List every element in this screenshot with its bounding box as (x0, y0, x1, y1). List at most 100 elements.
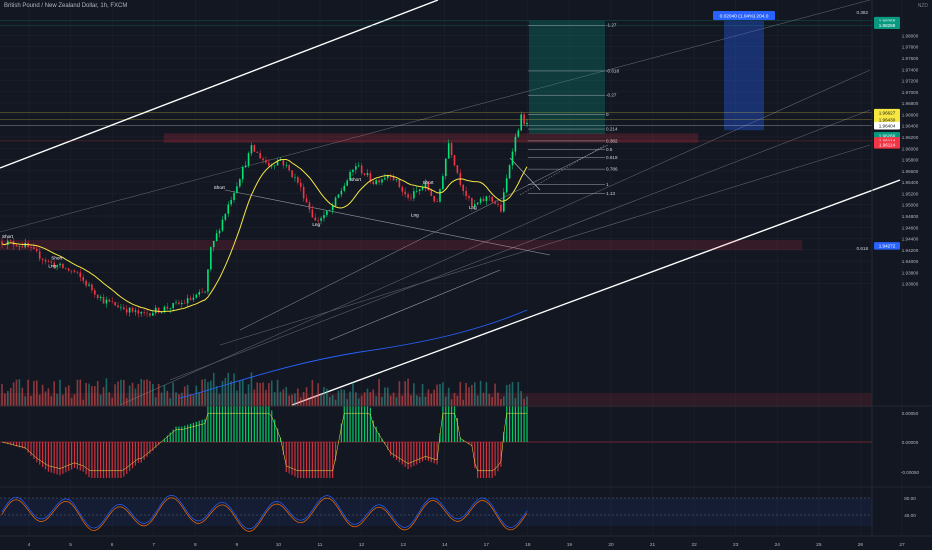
candle-body (172, 302, 174, 309)
candle-body (413, 191, 415, 199)
candle-body (502, 192, 505, 212)
candle-body (259, 152, 261, 159)
candle-body (386, 175, 389, 179)
price-tick-label: 1.98000 (902, 33, 919, 38)
fib-label: 1.13 (606, 191, 615, 196)
candle-body (381, 179, 383, 183)
fib-label: 0.214 (606, 127, 618, 132)
time-tick-label: 20 (608, 542, 614, 548)
candle-body (384, 178, 386, 180)
candle-body (18, 246, 21, 247)
candle-body (183, 302, 186, 304)
volume-bar (334, 399, 337, 406)
volume-bar (27, 379, 29, 406)
candle-body (224, 213, 227, 220)
price-chart[interactable]: 0.02040 (1.04%) 204.0 -1.27 -0.618 -0.27 0 0… (0, 0, 932, 550)
candle-body (24, 242, 27, 248)
candle-body (343, 185, 346, 191)
support-zone (0, 239, 803, 251)
volume-bar (91, 386, 93, 406)
candle-body (239, 179, 241, 187)
volume-bar (308, 398, 311, 406)
signal-label: Lng (312, 222, 320, 227)
volume-bar (198, 392, 201, 406)
volume-bar (125, 398, 128, 406)
candle-body (268, 162, 270, 166)
candle-body (491, 196, 493, 202)
candle-body (447, 143, 450, 159)
volume-bar (192, 395, 195, 406)
volume-bar (415, 395, 418, 406)
candle-body (207, 269, 209, 292)
candle-body (244, 165, 247, 168)
volume-bar (439, 384, 441, 406)
volume-bar (53, 381, 56, 406)
volume-bar (62, 394, 64, 406)
time-tick-label: 19 (567, 542, 573, 548)
price-label: 1.94272 (879, 244, 896, 249)
candle-body (366, 173, 369, 176)
candle-body (291, 170, 293, 178)
volume-bar (360, 395, 363, 406)
candle-body (108, 299, 111, 302)
time-tick-label: 8 (194, 542, 197, 548)
price-tick-label: 1.95600 (902, 169, 919, 174)
volume-bar (160, 392, 163, 406)
candle-body (140, 311, 143, 314)
candle-body (407, 194, 409, 198)
volume-bar (378, 378, 380, 406)
candle-body (433, 195, 435, 202)
candle-body (123, 307, 125, 310)
candle-body (517, 130, 520, 137)
candle-body (485, 196, 488, 202)
volume-bar (143, 380, 145, 406)
volume-bar (305, 387, 308, 406)
moving-averages (1, 159, 528, 399)
volume-bar (349, 391, 351, 406)
price-tick-label: 1.95400 (902, 180, 919, 185)
candle-body (450, 143, 453, 156)
candle-body (38, 251, 41, 259)
candle-body (131, 307, 134, 312)
signal-label: Short (2, 234, 14, 239)
volume-bar (33, 380, 35, 406)
volume-bar (259, 383, 261, 406)
candle-body (117, 305, 119, 308)
volume-bar (172, 382, 174, 406)
volume-bar (128, 385, 131, 406)
macd-pane: 0.00050 0.00000 -0.00050 (0, 406, 920, 478)
volume-bar (447, 387, 450, 406)
candle-body (181, 302, 183, 305)
volume-bar (175, 392, 177, 406)
candle-body (302, 186, 305, 199)
price-tick-label: 1.94000 (902, 259, 919, 264)
volume-bar (99, 394, 102, 406)
volume-bar (488, 393, 491, 406)
candle-body (421, 187, 424, 190)
volume-bar (395, 397, 398, 406)
candle-body (233, 192, 235, 200)
candle-body (476, 202, 479, 205)
volume-bar (297, 388, 299, 406)
candle-body (500, 204, 502, 212)
volume-bar (96, 381, 99, 406)
volume-bar (154, 397, 157, 406)
volume-bar (146, 379, 148, 406)
candle-body (308, 202, 311, 210)
candle-body (230, 199, 232, 205)
macd-tick-label: 0.00000 (902, 440, 919, 445)
volume-bar (181, 392, 183, 406)
volume-bar (76, 379, 79, 406)
candle-body (311, 209, 314, 218)
candle-body (88, 284, 90, 286)
price-tick-label: 1.94800 (902, 214, 919, 219)
volume-bar (94, 386, 96, 406)
candle-body (41, 258, 44, 260)
stoch-pane: 80.00 40.00 (0, 405, 932, 532)
candle-body (401, 187, 404, 192)
candle-body (94, 290, 96, 295)
volume-bar (88, 383, 90, 406)
volume-bar (117, 381, 119, 406)
candle-body (227, 204, 230, 214)
candle-body (67, 268, 70, 271)
